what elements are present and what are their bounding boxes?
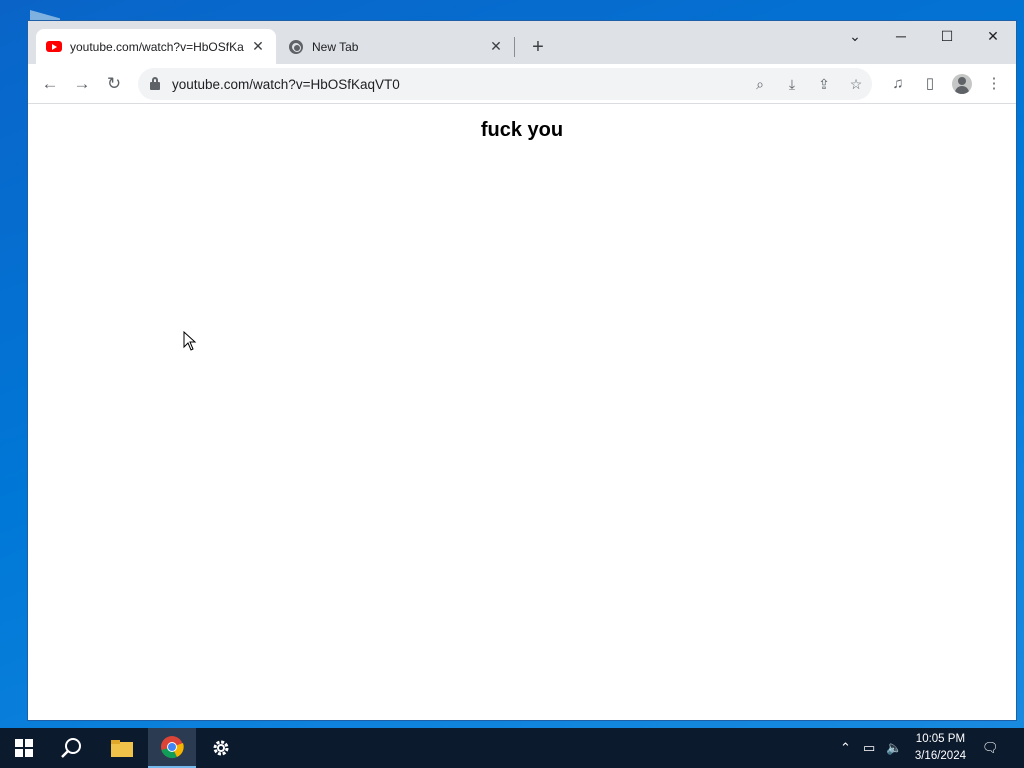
forward-button[interactable]: → xyxy=(70,72,94,96)
chrome-taskbar-button[interactable] xyxy=(148,728,196,768)
search-icon xyxy=(61,738,81,758)
desktop-shortcut-icon[interactable] xyxy=(14,10,60,70)
maximize-button[interactable]: ☐ xyxy=(924,21,970,53)
chrome-icon xyxy=(288,39,304,55)
chrome-icon xyxy=(161,736,184,759)
menu-kebab-icon[interactable]: ⋮ xyxy=(982,72,1006,96)
folder-icon xyxy=(111,740,133,757)
browser-window: youtube.com/watch?v=HbOSfKa ✕ New Tab ✕ … xyxy=(27,20,1017,721)
address-bar[interactable]: youtube.com/watch?v=HbOSfKaqVT0 ⌕ ⤓ ⇪ ☆ xyxy=(138,68,872,100)
tab-new-tab[interactable]: New Tab ✕ xyxy=(278,29,514,64)
share-icon[interactable]: ⇪ xyxy=(808,76,840,93)
close-tab-icon[interactable]: ✕ xyxy=(488,38,504,55)
search-button[interactable] xyxy=(48,728,96,768)
tab-strip: youtube.com/watch?v=HbOSfKa ✕ New Tab ✕ … xyxy=(28,21,1016,64)
lock-icon[interactable] xyxy=(150,76,160,90)
page-heading: fuck you xyxy=(480,119,564,141)
tab-title: New Tab xyxy=(312,39,359,54)
youtube-icon xyxy=(46,39,62,55)
show-hidden-icons-icon[interactable]: ⌃ xyxy=(840,740,851,756)
browser-toolbar: ← → ↻ youtube.com/watch?v=HbOSfKaqVT0 ⌕ … xyxy=(28,64,1016,104)
back-button[interactable]: ← xyxy=(38,72,62,96)
close-tab-icon[interactable]: ✕ xyxy=(250,38,266,55)
taskbar: ⌃ ▭ 🔈 10:05 PM 3/16/2024 🗨 xyxy=(0,728,1024,768)
close-window-button[interactable]: ✕ xyxy=(970,21,1016,53)
tab-title: youtube.com/watch?v=HbOSfKa xyxy=(70,39,244,54)
notifications-icon[interactable]: 🗨 xyxy=(982,740,999,756)
tab-youtube[interactable]: youtube.com/watch?v=HbOSfKa ✕ xyxy=(36,29,276,64)
gear-icon xyxy=(213,740,229,756)
volume-muted-icon[interactable]: 🔈 xyxy=(886,740,902,756)
new-tab-button[interactable]: + xyxy=(526,35,550,59)
windows-logo-icon xyxy=(15,739,33,757)
bookmark-star-icon[interactable]: ☆ xyxy=(840,76,872,93)
tab-search-icon[interactable]: ⌄ xyxy=(832,21,878,53)
minimize-button[interactable]: ─ xyxy=(878,21,924,53)
start-button[interactable] xyxy=(0,728,48,768)
media-controls-icon[interactable]: ♫ xyxy=(886,72,910,96)
tab-separator xyxy=(514,37,515,57)
side-panel-icon[interactable]: ▯ xyxy=(918,72,942,96)
address-text[interactable]: youtube.com/watch?v=HbOSfKaqVT0 xyxy=(172,77,744,92)
clock-date: 3/16/2024 xyxy=(914,750,966,762)
taskbar-clock[interactable]: 10:05 PM 3/16/2024 xyxy=(915,731,966,765)
zoom-search-icon[interactable]: ⌕ xyxy=(744,76,776,93)
clock-time: 10:05 PM xyxy=(915,733,966,745)
reload-button[interactable]: ↻ xyxy=(102,72,126,96)
page-content: fuck you xyxy=(28,105,1016,720)
install-icon[interactable]: ⤓ xyxy=(776,76,808,93)
network-icon[interactable]: ▭ xyxy=(863,740,875,756)
profile-avatar[interactable] xyxy=(950,72,974,96)
file-explorer-button[interactable] xyxy=(98,728,146,768)
settings-taskbar-button[interactable] xyxy=(197,728,245,768)
